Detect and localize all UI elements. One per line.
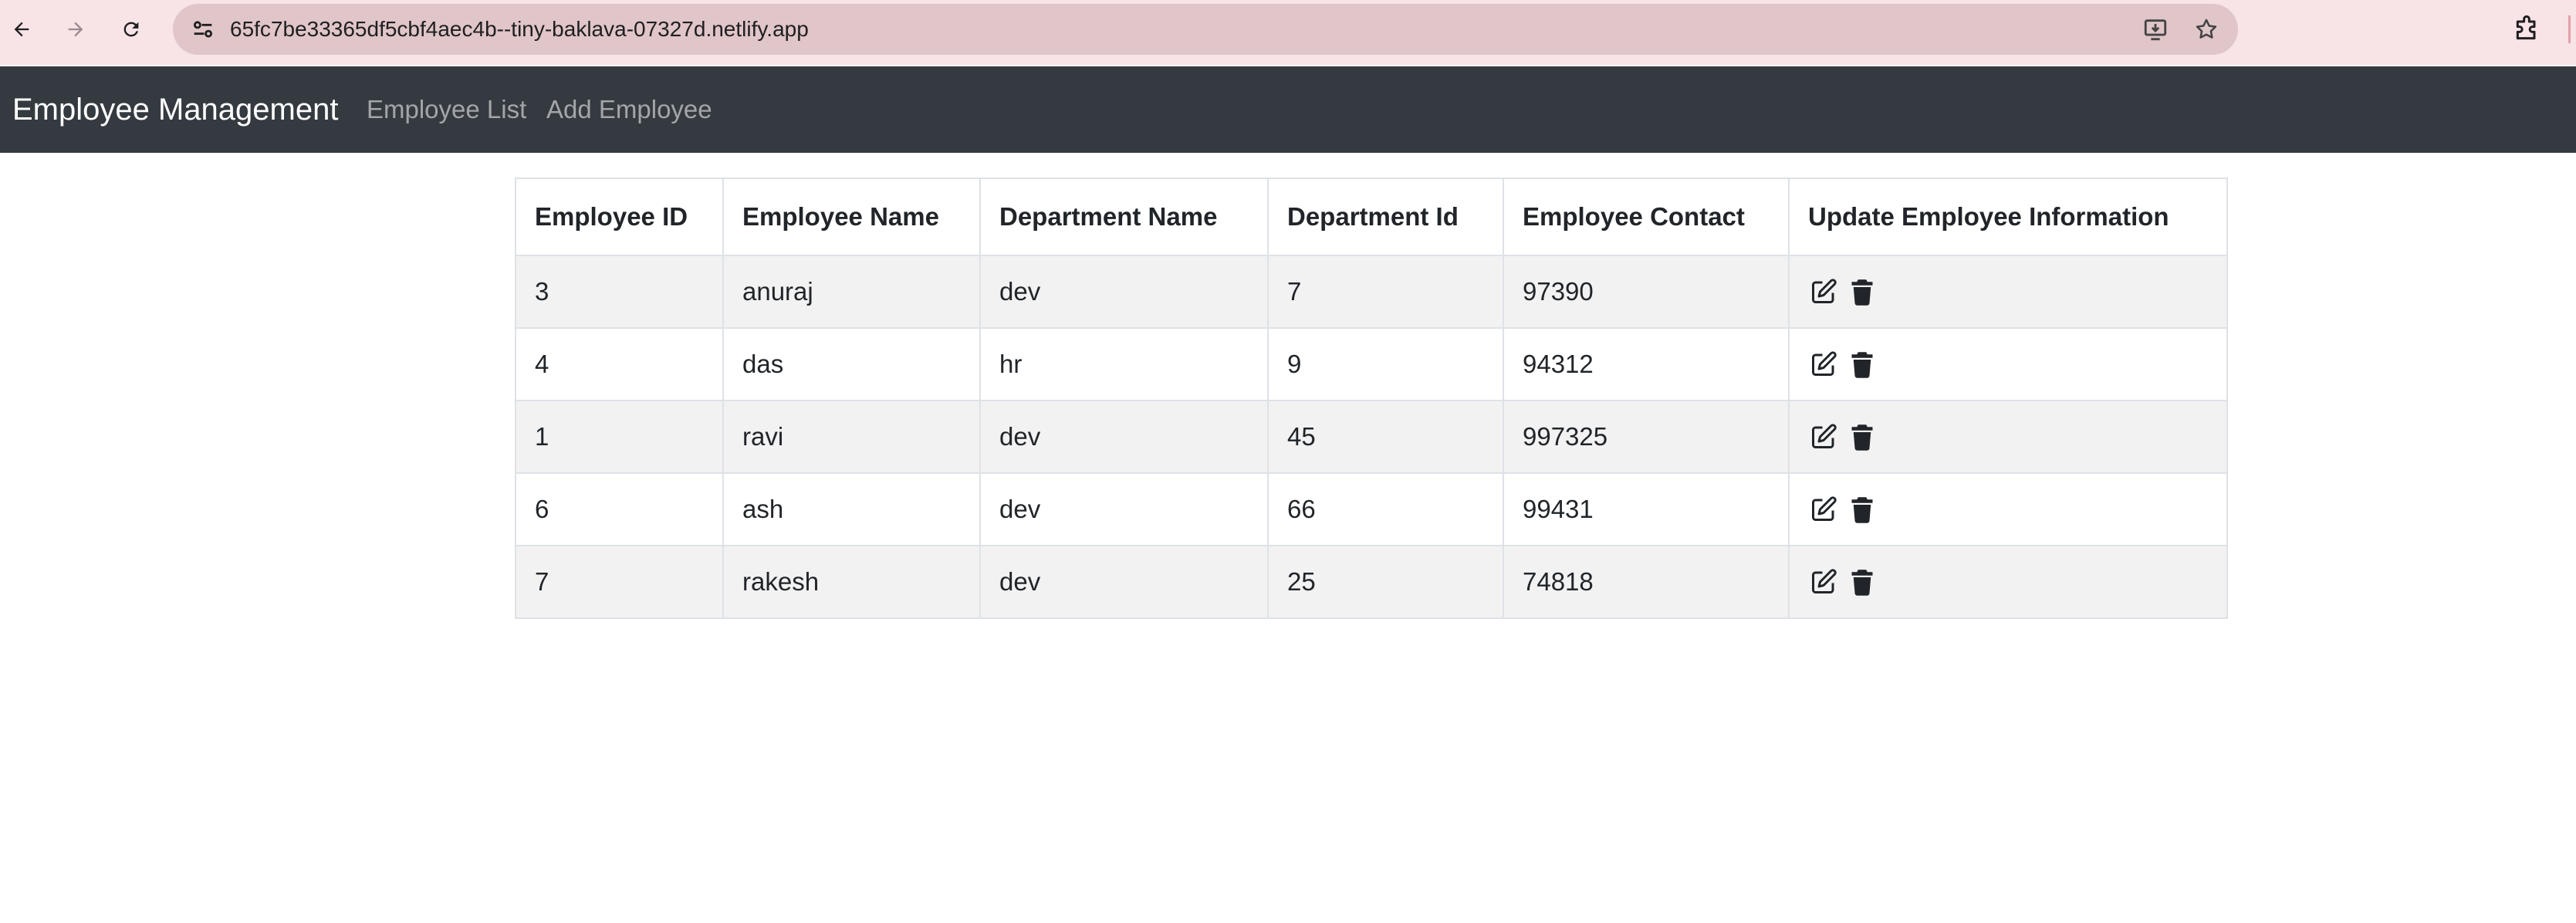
cell-employee-contact: 94312 [1503,327,1790,401]
cell-employee-id: 3 [515,255,724,329]
cell-actions [1788,255,2228,329]
edit-icon[interactable] [1808,421,1839,452]
cell-employee-id: 7 [515,545,724,619]
cell-department-name: dev [979,472,1269,546]
cell-department-name: hr [979,327,1269,401]
cell-department-id: 7 [1267,255,1504,329]
arrow-right-icon [68,22,83,37]
table-row: 1 ravi dev 45 997325 [515,400,2228,474]
address-bar[interactable]: 65fc7be33365df5cbf4aec4b--tiny-baklava-0… [173,4,2238,55]
cell-actions [1788,327,2228,401]
cell-employee-contact: 74818 [1503,545,1790,619]
header-employee-id: Employee ID [515,178,724,256]
cell-department-id: 45 [1267,400,1504,474]
trash-icon[interactable] [1847,494,1878,525]
cell-employee-name: das [722,327,981,401]
cell-employee-id: 6 [515,472,724,546]
edit-icon[interactable] [1808,566,1839,597]
employee-table: Employee ID Employee Name Department Nam… [515,178,2228,619]
app-navbar: Employee Management Employee List Add Em… [0,66,2576,153]
header-department-id: Department Id [1267,178,1504,256]
url-text[interactable]: 65fc7be33365df5cbf4aec4b--tiny-baklava-0… [230,4,809,55]
navbar-brand[interactable]: Employee Management [12,66,338,153]
cell-employee-name: ravi [722,400,981,474]
cell-actions [1788,472,2228,546]
cell-department-id: 66 [1267,472,1504,546]
trash-icon[interactable] [1847,276,1878,307]
header-employee-contact: Employee Contact [1503,178,1790,256]
trash-icon[interactable] [1847,421,1878,452]
header-employee-name: Employee Name [722,178,981,256]
site-settings-icon[interactable] [190,16,216,42]
cell-department-id: 25 [1267,545,1504,619]
header-update-info: Update Employee Information [1788,178,2228,256]
cell-actions [1788,545,2228,619]
browser-toolbar: 65fc7be33365df5cbf4aec4b--tiny-baklava-0… [0,0,2576,65]
cell-employee-contact: 97390 [1503,255,1790,329]
install-app-icon[interactable] [2142,16,2169,42]
cell-department-name: dev [979,545,1269,619]
reload-button[interactable] [116,14,147,45]
cell-employee-name: anuraj [722,255,981,329]
cell-employee-id: 1 [515,400,724,474]
puzzle-icon [2516,15,2536,40]
cell-department-name: dev [979,255,1269,329]
back-button[interactable] [6,14,37,45]
cell-actions [1788,400,2228,474]
edit-icon[interactable] [1808,276,1839,307]
bookmark-star-icon[interactable] [2193,16,2219,42]
forward-button[interactable] [60,14,91,45]
arrow-left-icon [14,22,29,37]
cell-employee-contact: 997325 [1503,400,1790,474]
table-row: 4 das hr 9 94312 [515,327,2228,401]
edit-icon[interactable] [1808,349,1839,380]
cell-employee-name: ash [722,472,981,546]
nav-link-add-employee[interactable]: Add Employee [546,66,712,153]
cell-employee-contact: 99431 [1503,472,1790,546]
cell-employee-id: 4 [515,327,724,401]
table-row: 3 anuraj dev 7 97390 [515,255,2228,329]
header-department-name: Department Name [979,178,1269,256]
extensions-button[interactable] [2511,14,2542,45]
table-row: 7 rakesh dev 25 74818 [515,545,2228,619]
reload-icon [123,22,139,37]
nav-link-employee-list[interactable]: Employee List [367,66,526,153]
cell-employee-name: rakesh [722,545,981,619]
profile-indicator [2568,15,2571,43]
trash-icon[interactable] [1847,566,1878,597]
cell-department-id: 9 [1267,327,1504,401]
trash-icon[interactable] [1847,349,1878,380]
table-row: 6 ash dev 66 99431 [515,472,2228,546]
edit-icon[interactable] [1808,494,1839,525]
table-header-row: Employee ID Employee Name Department Nam… [515,178,2228,256]
cell-department-name: dev [979,400,1269,474]
